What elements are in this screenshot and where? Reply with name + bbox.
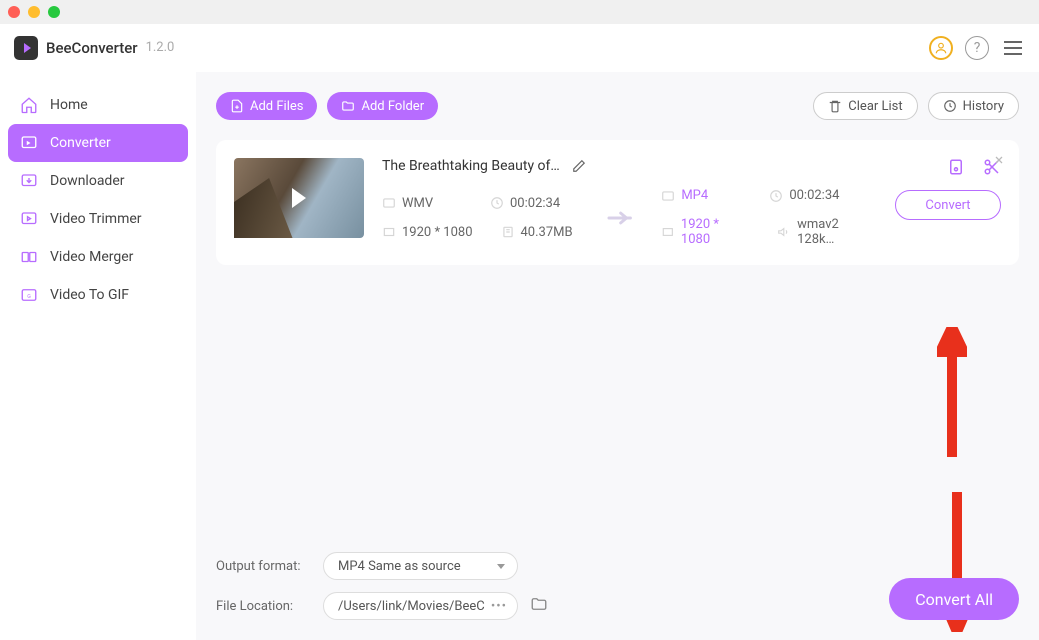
sidebar-item-label: Video Merger	[50, 249, 133, 265]
file-title: The Breathtaking Beauty of N…	[382, 158, 562, 174]
sidebar-item-label: Video To GIF	[50, 287, 129, 303]
folder-icon	[530, 595, 548, 613]
close-icon	[993, 154, 1005, 166]
src-format: WMV	[402, 196, 433, 211]
sidebar-item-trimmer[interactable]: Video Trimmer	[8, 200, 188, 238]
sidebar-item-label: Converter	[50, 135, 111, 151]
audio-icon	[777, 225, 791, 239]
minimize-window-button[interactable]	[28, 6, 40, 18]
toolbar: Add Files Add Folder Clear List History	[216, 92, 1019, 120]
more-dots-icon: •••	[491, 599, 507, 614]
close-window-button[interactable]	[8, 6, 20, 18]
menu-button[interactable]	[1001, 36, 1025, 60]
remove-file-button[interactable]	[993, 154, 1005, 170]
file-plus-icon	[230, 99, 244, 113]
history-button[interactable]: History	[928, 92, 1019, 120]
header-left: BeeConverter 1.2.0	[14, 36, 174, 60]
convert-arrow-icon	[607, 206, 636, 230]
home-icon	[20, 96, 38, 114]
history-icon	[943, 99, 957, 113]
merger-icon	[20, 248, 38, 266]
sidebar-item-downloader[interactable]: Downloader	[8, 162, 188, 200]
out-resolution[interactable]: 1920 * 1080	[681, 217, 750, 247]
file-info: The Breathtaking Beauty of N… WMV 00:02:…	[382, 158, 877, 247]
sidebar-item-converter[interactable]: Converter	[8, 124, 188, 162]
app-name: BeeConverter	[46, 39, 138, 57]
clear-list-button[interactable]: Clear List	[813, 92, 917, 120]
add-files-button[interactable]: Add Files	[216, 92, 317, 120]
output-format-label: Output format:	[216, 559, 311, 574]
add-files-label: Add Files	[250, 99, 303, 114]
source-meta: WMV 00:02:34 1920 * 1080 40.37MB	[382, 196, 582, 240]
out-duration: 00:02:34	[789, 188, 839, 203]
app-logo	[14, 36, 38, 60]
app-version: 1.2.0	[146, 40, 175, 55]
clock-icon	[490, 196, 504, 210]
src-size: 40.37MB	[521, 225, 573, 240]
user-account-button[interactable]	[929, 36, 953, 60]
edit-icon[interactable]	[572, 159, 586, 173]
svg-text:G: G	[27, 294, 31, 300]
trash-icon	[828, 99, 842, 113]
user-icon	[929, 36, 953, 60]
gif-icon: G	[20, 286, 38, 304]
convert-all-label: Convert All	[915, 590, 993, 609]
out-audio: wmav2 128k…	[797, 217, 877, 247]
help-icon: ?	[965, 36, 989, 60]
sidebar-item-label: Downloader	[50, 173, 125, 189]
open-folder-button[interactable]	[530, 595, 550, 617]
help-button[interactable]: ?	[965, 36, 989, 60]
sidebar: Home Converter Downloader Video Trimmer …	[0, 72, 196, 640]
header: BeeConverter 1.2.0 ?	[0, 24, 1039, 72]
file-card: The Breathtaking Beauty of N… WMV 00:02:…	[216, 140, 1019, 265]
video-icon	[382, 196, 396, 210]
src-duration: 00:02:34	[510, 196, 560, 211]
card-actions: Convert	[895, 158, 1001, 220]
add-folder-button[interactable]: Add Folder	[327, 92, 438, 120]
converter-icon	[20, 134, 38, 152]
src-resolution: 1920 * 1080	[402, 225, 473, 240]
clock-icon	[769, 189, 783, 203]
sidebar-item-label: Video Trimmer	[50, 211, 142, 227]
add-folder-label: Add Folder	[361, 99, 424, 114]
maximize-window-button[interactable]	[48, 6, 60, 18]
annotation-arrow-up	[937, 327, 967, 457]
out-format[interactable]: MP4	[681, 188, 708, 203]
hamburger-icon	[1004, 41, 1022, 55]
convert-all-button[interactable]: Convert All	[889, 578, 1019, 620]
file-location-value: /Users/link/Movies/BeeC	[338, 599, 485, 614]
download-icon	[20, 172, 38, 190]
output-format-value: MP4 Same as source	[338, 559, 461, 574]
resolution-icon	[382, 225, 396, 239]
video-thumbnail[interactable]	[234, 158, 364, 238]
trimmer-icon	[20, 210, 38, 228]
sidebar-item-merger[interactable]: Video Merger	[8, 238, 188, 276]
file-location-label: File Location:	[216, 599, 311, 614]
output-meta: MP4 00:02:34 1920 * 1080 wmav2 128k…	[661, 188, 877, 247]
history-label: History	[963, 99, 1004, 114]
resolution-icon	[661, 225, 675, 239]
video-icon	[661, 189, 675, 203]
output-format-dropdown[interactable]: MP4 Same as source	[323, 552, 518, 580]
main: Add Files Add Folder Clear List History	[196, 72, 1039, 640]
settings-file-icon[interactable]	[947, 158, 965, 176]
convert-label: Convert	[925, 198, 970, 213]
sidebar-item-label: Home	[50, 97, 88, 113]
sidebar-item-gif[interactable]: G Video To GIF	[8, 276, 188, 314]
file-location-input[interactable]: /Users/link/Movies/BeeC •••	[323, 592, 518, 620]
size-icon	[501, 225, 515, 239]
clear-list-label: Clear List	[848, 99, 902, 114]
play-icon	[292, 188, 306, 208]
sidebar-item-home[interactable]: Home	[8, 86, 188, 124]
folder-plus-icon	[341, 99, 355, 113]
convert-button[interactable]: Convert	[895, 190, 1001, 220]
header-right: ?	[929, 36, 1025, 60]
titlebar	[0, 0, 1039, 24]
bottom-bar: Output format: MP4 Same as source File L…	[216, 552, 1019, 620]
